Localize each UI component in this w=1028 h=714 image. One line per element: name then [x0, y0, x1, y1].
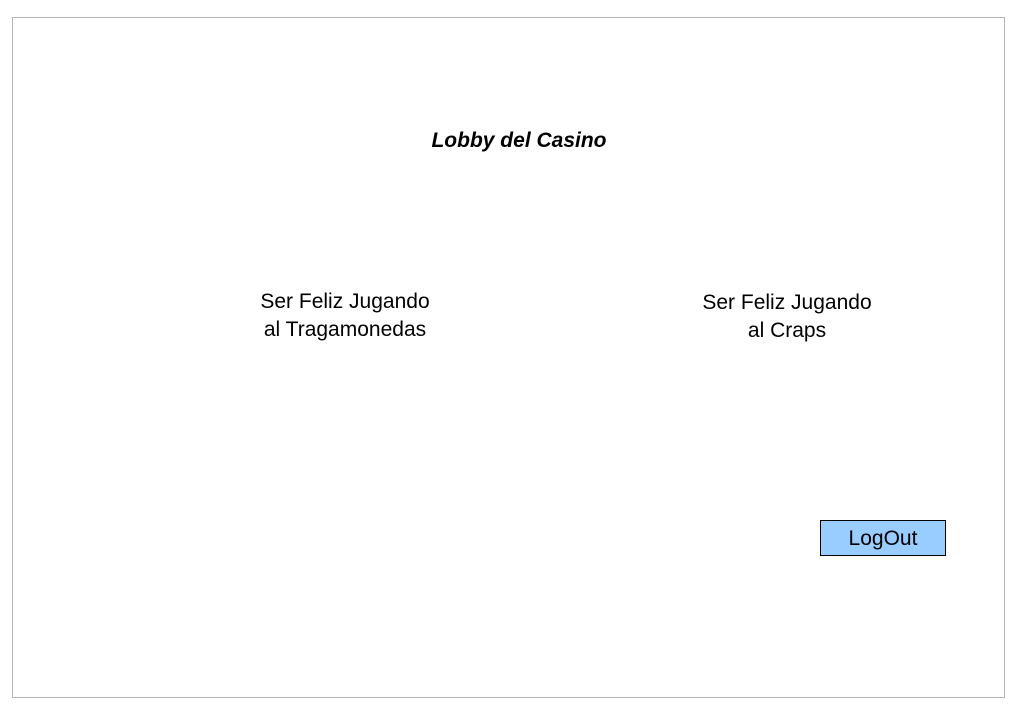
page-title: Lobby del Casino: [431, 129, 607, 152]
craps-link-line2: al Craps: [747, 319, 827, 342]
logout-button[interactable]: LogOut: [820, 520, 946, 556]
slots-game-link[interactable]: Ser Feliz Jugando al Tragamonedas: [245, 288, 445, 344]
craps-game-link[interactable]: Ser Feliz Jugando al Craps: [687, 289, 887, 345]
slots-link-line1: Ser Feliz Jugando: [260, 290, 430, 313]
lobby-frame: [12, 17, 1005, 698]
slots-link-line2: al Tragamonedas: [263, 318, 427, 341]
craps-link-line1: Ser Feliz Jugando: [702, 291, 872, 314]
